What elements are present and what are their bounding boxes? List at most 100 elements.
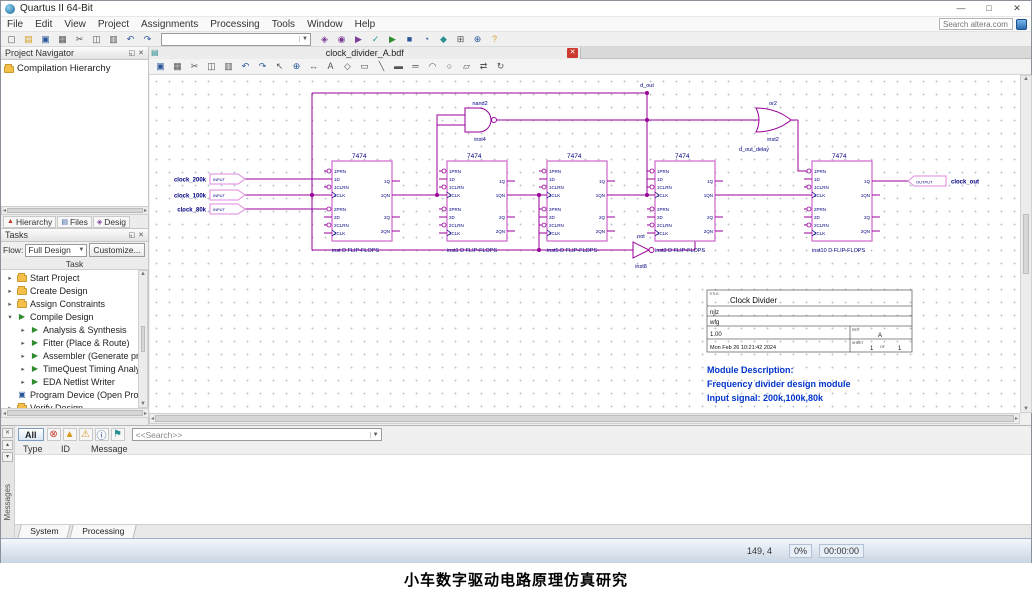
input-pin-clock-100k[interactable]: INPUT clock_100k: [174, 190, 245, 200]
block-tool-icon[interactable]: ▭: [357, 60, 372, 73]
task-row[interactable]: ▸ Create Design: [1, 284, 148, 297]
scrollbar-thumb[interactable]: [1023, 214, 1029, 274]
project-settings-icon[interactable]: ◈: [317, 33, 332, 46]
expand-arrow-icon[interactable]: ▸: [6, 287, 14, 295]
menu-item[interactable]: Processing: [204, 19, 265, 30]
or2-gate[interactable]: or2 inst2: [756, 101, 791, 143]
arc-tool-icon[interactable]: ◠: [425, 60, 440, 73]
minimize-button[interactable]: —: [947, 1, 975, 16]
netlist-viewer-icon[interactable]: ◆: [436, 33, 451, 46]
tab-system[interactable]: System: [17, 525, 71, 539]
dock-up-button[interactable]: ▴: [2, 440, 13, 450]
task-row[interactable]: ▸ ▶ Analysis & Synthesis: [1, 323, 148, 336]
cut-icon[interactable]: ✂: [187, 60, 202, 73]
symbol-tool-icon[interactable]: ◇: [340, 60, 355, 73]
menu-item[interactable]: Help: [349, 19, 382, 30]
save-icon[interactable]: ▣: [153, 60, 168, 73]
scrollbar-thumb[interactable]: [7, 208, 143, 213]
compilation-hierarchy-item[interactable]: Compilation Hierarchy: [4, 62, 145, 75]
print-icon[interactable]: ▦: [55, 33, 70, 46]
expand-arrow-icon[interactable]: ▸: [19, 365, 27, 373]
circle-tool-icon[interactable]: ○: [442, 60, 457, 73]
cut-icon[interactable]: ✂: [72, 33, 87, 46]
undo-icon[interactable]: ↶: [123, 33, 138, 46]
search-button[interactable]: [1016, 19, 1027, 30]
menu-item[interactable]: Window: [301, 19, 349, 30]
tab-files[interactable]: ▤Files: [57, 216, 92, 228]
undo-icon[interactable]: ↶: [238, 60, 253, 73]
input-pin-clock-80k[interactable]: INPUT clock_80k: [177, 204, 245, 214]
scroll-right-icon[interactable]: ▸: [144, 410, 147, 417]
input-pin-clock-200k[interactable]: INPUT clock_200k: [174, 174, 245, 184]
flip-icon[interactable]: ⇄: [476, 60, 491, 73]
menu-item[interactable]: Project: [92, 19, 135, 30]
maximize-button[interactable]: □: [975, 1, 1003, 16]
scroll-down-icon[interactable]: ▼: [140, 401, 146, 407]
task-row[interactable]: ▸ Assign Constraints: [1, 297, 148, 310]
scroll-right-icon[interactable]: ▸: [1015, 415, 1018, 422]
nand2-gate[interactable]: nand2 inst4: [465, 101, 497, 143]
expand-arrow-icon[interactable]: ▸: [19, 378, 27, 386]
pin-panel-icon[interactable]: ◱: [129, 49, 136, 57]
task-row[interactable]: ▸ ▶ TimeQuest Timing Analy: [1, 362, 148, 375]
flipflop-inst5[interactable]: 7474 1PRN1D 1CLRN1CLK 2PRN2D 2CLRN2CLK 1…: [539, 153, 615, 254]
pan-tool-icon[interactable]: ↔: [306, 60, 321, 73]
flow-select[interactable]: Full Design ▼: [25, 244, 87, 257]
menu-item[interactable]: File: [1, 19, 29, 30]
canvas-hscrollbar[interactable]: ◂ ▸: [149, 413, 1020, 424]
task-row[interactable]: ▸ ▶ Fitter (Place & Route): [1, 336, 148, 349]
menu-item[interactable]: View: [58, 19, 92, 30]
open-file-icon[interactable]: ▤: [21, 33, 36, 46]
output-pin-clock-out[interactable]: OUTPUT clock_out: [908, 176, 979, 186]
menu-item[interactable]: Edit: [29, 19, 58, 30]
flipflop-inst[interactable]: 7474 1PRN1D 1CLRN1CLK 2PRN2D 2CLRN2CLK 1…: [324, 153, 400, 254]
text-tool-icon[interactable]: A: [323, 60, 338, 73]
filter-icon[interactable]: ▲: [63, 428, 77, 441]
close-tab-button[interactable]: ✕: [567, 48, 578, 58]
scroll-left-icon[interactable]: ◂: [3, 410, 6, 417]
menu-item[interactable]: Tools: [266, 19, 301, 30]
redo-icon[interactable]: ↷: [255, 60, 270, 73]
expand-arrow-icon[interactable]: ▸: [6, 274, 14, 282]
task-row[interactable]: ▸ Verify Design: [1, 401, 148, 408]
tab-hierarchy[interactable]: ▲Hierarchy: [3, 216, 56, 228]
scroll-up-icon[interactable]: ▲: [140, 271, 146, 277]
assignment-editor-icon[interactable]: ◉: [334, 33, 349, 46]
copy-icon[interactable]: ◫: [204, 60, 219, 73]
tasks-vscrollbar[interactable]: ▲ ▼: [138, 270, 148, 408]
rectangle-tool-icon[interactable]: ▱: [459, 60, 474, 73]
flipflop-inst10[interactable]: 7474 1PRN1D 1CLRN1CLK 2PRN2D 2CLRN2CLK 1…: [804, 153, 880, 254]
all-filter-button[interactable]: All: [18, 428, 44, 441]
filter-icon[interactable]: ⚑: [111, 428, 125, 441]
expand-arrow-icon[interactable]: ▸: [19, 326, 27, 334]
run-icon[interactable]: ▶: [385, 33, 400, 46]
menu-item[interactable]: Assignments: [135, 19, 204, 30]
task-row[interactable]: ▸ ▶ Assembler (Generate pr: [1, 349, 148, 362]
zoom-tool-icon[interactable]: ⊕: [470, 33, 485, 46]
timing-analyzer-icon[interactable]: ◔: [419, 33, 434, 46]
save-icon[interactable]: ▣: [38, 33, 53, 46]
tab-processing[interactable]: Processing: [70, 525, 138, 539]
pin-panel-icon[interactable]: ◱: [129, 231, 136, 239]
expand-arrow-icon[interactable]: ▾: [6, 313, 14, 321]
task-row[interactable]: ▾ ▶ Compile Design: [1, 310, 148, 323]
scroll-up-icon[interactable]: ▲: [1023, 76, 1029, 82]
flipflop-inst1[interactable]: 7474 1PRN1D 1CLRN1CLK 2PRN2D 2CLRN2CLK 1…: [439, 153, 515, 254]
paste-icon[interactable]: ▥: [221, 60, 236, 73]
close-messages-button[interactable]: ✕: [2, 428, 13, 438]
project-navigator-hscrollbar[interactable]: ◂ ▸: [1, 206, 149, 215]
task-row[interactable]: ▸ ▶ EDA Netlist Writer: [1, 375, 148, 388]
copy-icon[interactable]: ◫: [89, 33, 104, 46]
toolbar-combobox[interactable]: ▼: [161, 33, 311, 46]
title-block[interactable]: TITLE: Clock Divider njlz wfg 1.00 REV A…: [707, 290, 912, 352]
stop-icon[interactable]: ■: [402, 33, 417, 46]
paste-icon[interactable]: ▥: [106, 33, 121, 46]
close-panel-icon[interactable]: ✕: [138, 231, 144, 239]
programmer-icon[interactable]: ⊞: [453, 33, 468, 46]
scroll-down-icon[interactable]: ▼: [1023, 406, 1029, 412]
conduit-tool-icon[interactable]: ═: [408, 60, 423, 73]
tasks-hscrollbar[interactable]: ◂ ▸: [1, 408, 149, 418]
dock-down-button[interactable]: ▾: [2, 452, 13, 462]
start-compilation-icon[interactable]: ▶: [351, 33, 366, 46]
task-row[interactable]: ▣ Program Device (Open Prog: [1, 388, 148, 401]
